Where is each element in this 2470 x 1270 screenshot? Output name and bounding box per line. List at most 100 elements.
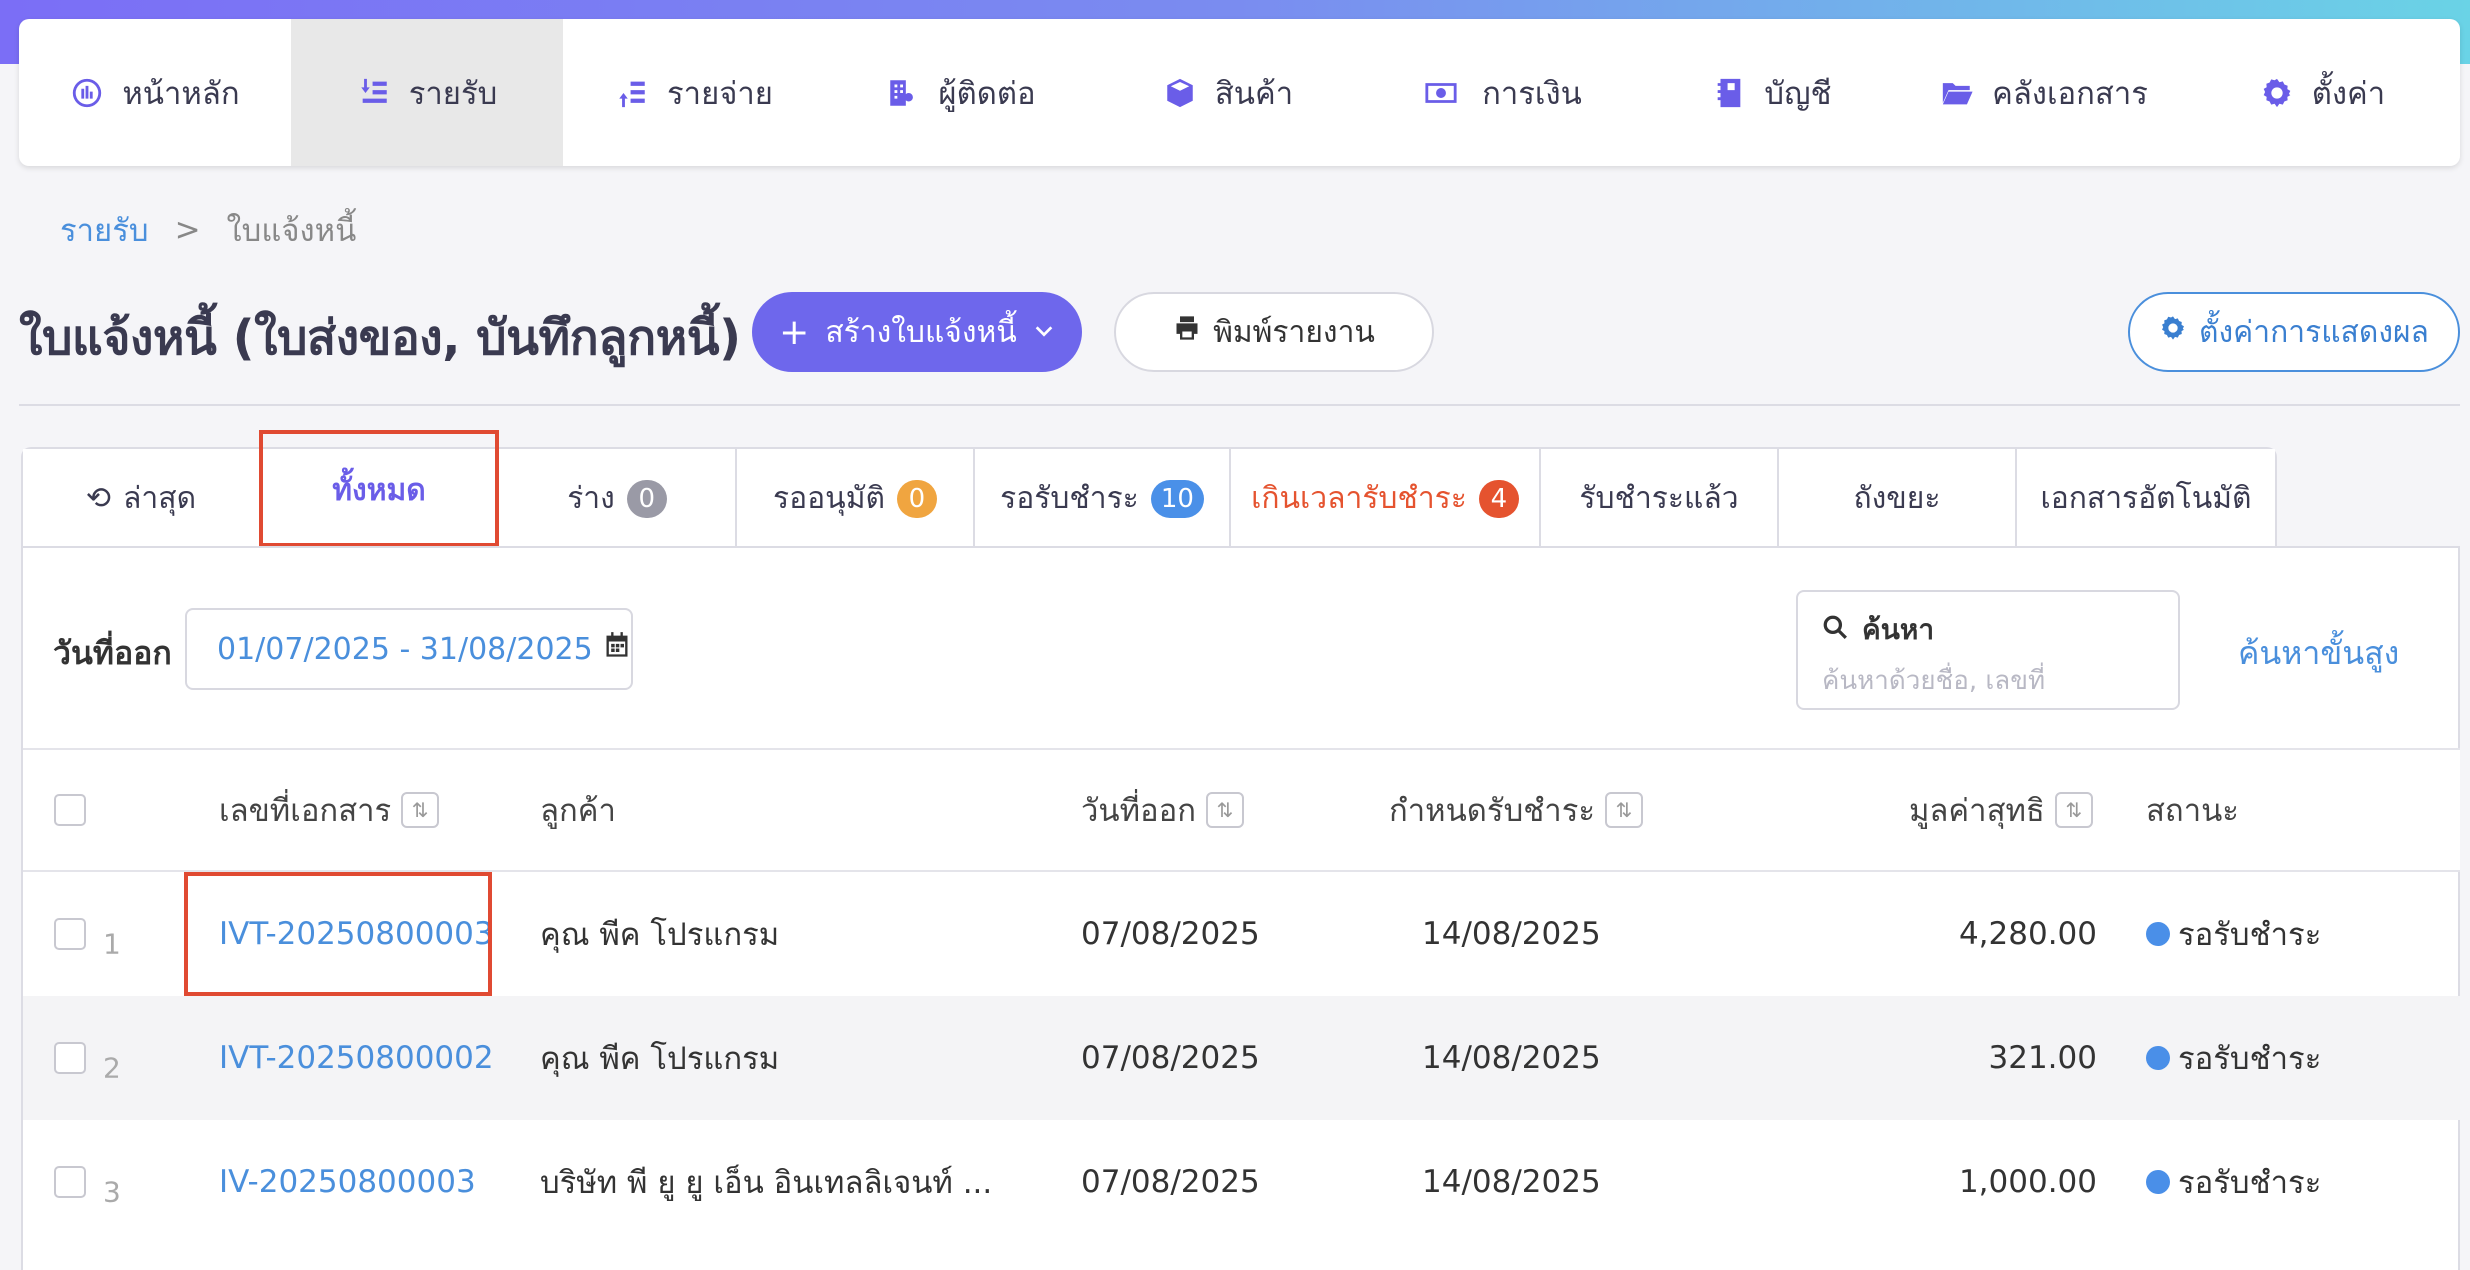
row-number: 2 bbox=[103, 1051, 121, 1085]
display-settings-button[interactable]: ตั้งค่าการแสดงผล bbox=[2128, 292, 2460, 372]
count-badge: 4 bbox=[1478, 479, 1519, 518]
net-value: 321.00 bbox=[1988, 1040, 2097, 1076]
display-settings-label: ตั้งค่าการแสดงผล bbox=[2199, 314, 2429, 350]
tab-label: เอกสารอัตโนมัติ bbox=[2040, 481, 2252, 516]
tab-label: ทั้งหมด bbox=[332, 473, 426, 508]
table-row[interactable]: 2 IVT-20250800002 คุณ พีค โปรแกรม 07/08/… bbox=[23, 996, 2460, 1120]
customer-name: คุณ พีค โปรแกรม bbox=[540, 917, 780, 953]
breadcrumb: รายรับ > ใบแจ้งหนี้ bbox=[60, 205, 356, 255]
nav-item-finance[interactable]: การเงิน bbox=[1359, 19, 1641, 166]
tab-label: ถังขยะ bbox=[1853, 481, 1941, 516]
col-due-date-label: กำหนดรับชำระ bbox=[1389, 793, 1596, 829]
box-icon bbox=[1167, 78, 1193, 107]
status-dot bbox=[2146, 1170, 2170, 1194]
select-all-checkbox[interactable] bbox=[54, 794, 86, 826]
nav-item-accounting[interactable]: บัญชี bbox=[1641, 19, 1903, 166]
row-checkbox[interactable] bbox=[54, 1042, 86, 1074]
nav-item-home[interactable]: หน้าหลัก bbox=[19, 19, 291, 166]
status-badge: รอรับชำระ bbox=[2146, 1157, 2321, 1207]
nav-label: ตั้งค่า bbox=[2311, 75, 2386, 112]
contacts-icon bbox=[890, 79, 914, 106]
nav-label: บัญชี bbox=[1764, 75, 1832, 112]
printer-icon bbox=[1173, 314, 1201, 350]
sort-icon[interactable]: ⇅ bbox=[1206, 792, 1245, 828]
tab-label: รับชำระแล้ว bbox=[1579, 481, 1739, 516]
calendar-icon bbox=[603, 631, 631, 667]
tab-all[interactable]: ทั้งหมด bbox=[261, 449, 499, 548]
create-invoice-button[interactable]: + สร้างใบแจ้งหนี้ bbox=[752, 292, 1082, 372]
date-range-picker[interactable]: 01/07/2025 - 31/08/2025 bbox=[185, 608, 633, 690]
search-label: ค้นหา bbox=[1862, 613, 1935, 646]
row-number: 1 bbox=[103, 927, 121, 961]
status-label: รอรับชำระ bbox=[2178, 917, 2322, 953]
issue-date: 07/08/2025 bbox=[1081, 916, 1260, 952]
tab-awaiting-approval[interactable]: รออนุมัติ 0 bbox=[737, 449, 975, 548]
expense-icon bbox=[619, 81, 645, 107]
sort-icon[interactable]: ⇅ bbox=[401, 792, 440, 828]
breadcrumb-current: ใบแจ้งหนี้ bbox=[226, 213, 357, 249]
customer-name: บริษัท พี ยู ยู เอ็น อินเทลลิเจนท์ ... bbox=[540, 1165, 993, 1201]
nav-item-documents[interactable]: คลังเอกสาร bbox=[1903, 19, 2185, 166]
search-placeholder: ค้นหาด้วยชื่อ, เลขที่ bbox=[1822, 666, 2046, 696]
col-net-label: มูลค่าสุทธิ bbox=[1909, 793, 2045, 829]
tab-awaiting-payment[interactable]: รอรับชำระ 10 bbox=[975, 449, 1231, 548]
sort-icon[interactable]: ⇅ bbox=[2054, 792, 2093, 828]
nav-item-products[interactable]: สินค้า bbox=[1097, 19, 1359, 166]
tab-label: รอรับชำระ bbox=[1000, 481, 1139, 516]
issue-date: 07/08/2025 bbox=[1081, 1040, 1260, 1076]
tab-latest[interactable]: ⟲ ล่าสุด bbox=[23, 449, 261, 548]
advanced-search-link[interactable]: ค้นหาขั้นสูง bbox=[2238, 628, 2399, 679]
date-filter-label: วันที่ออก bbox=[53, 634, 172, 672]
gear-icon bbox=[2159, 314, 2187, 350]
breadcrumb-separator: > bbox=[174, 212, 201, 248]
doc-number-link[interactable]: IV-20250800003 bbox=[219, 1164, 476, 1200]
nav-item-income[interactable]: รายรับ bbox=[291, 19, 563, 166]
net-value: 1,000.00 bbox=[1958, 1164, 2097, 1200]
nav-item-contacts[interactable]: ผู้ติดต่อ bbox=[825, 19, 1097, 166]
nav-item-expense[interactable]: รายจ่าย bbox=[563, 19, 825, 166]
doc-number-link[interactable]: IVT-20250800002 bbox=[219, 1040, 494, 1076]
status-dot bbox=[2146, 1046, 2170, 1070]
income-icon bbox=[360, 78, 387, 103]
table-row[interactable]: 1 IVT-20250800003 คุณ พีค โปรแกรม 07/08/… bbox=[23, 872, 2460, 996]
tab-paid[interactable]: รับชำระแล้ว bbox=[1541, 449, 1779, 548]
breadcrumb-income-link[interactable]: รายรับ bbox=[60, 205, 149, 255]
count-badge: 0 bbox=[626, 479, 667, 518]
col-doc-no: เลขที่เอกสาร ⇅ bbox=[219, 785, 440, 835]
status-label: รอรับชำระ bbox=[2178, 1041, 2322, 1077]
status-badge: รอรับชำระ bbox=[2146, 1033, 2321, 1083]
doc-number-link[interactable]: IVT-20250800003 bbox=[219, 916, 494, 952]
search-input[interactable]: ค้นหา ค้นหาด้วยชื่อ, เลขที่ bbox=[1796, 590, 2180, 710]
tab-overdue[interactable]: เกินเวลารับชำระ 4 bbox=[1231, 449, 1541, 548]
divider bbox=[19, 404, 2460, 406]
print-report-button[interactable]: พิมพ์รายงาน bbox=[1114, 292, 1434, 372]
search-icon bbox=[1822, 614, 1848, 647]
row-checkbox[interactable] bbox=[54, 918, 86, 950]
col-issue-date-label: วันที่ออก bbox=[1081, 793, 1197, 829]
due-date: 14/08/2025 bbox=[1422, 1040, 1601, 1076]
nav-label: คลังเอกสาร bbox=[1992, 75, 2148, 112]
due-date: 14/08/2025 bbox=[1422, 916, 1601, 952]
status-dot bbox=[2146, 922, 2170, 946]
row-checkbox[interactable] bbox=[54, 1166, 86, 1198]
status-tabs: ⟲ ล่าสุด ทั้งหมด ร่าง 0 รออนุมัติ 0 รอรั… bbox=[21, 447, 2277, 548]
col-net: มูลค่าสุทธิ ⇅ bbox=[1909, 785, 2093, 835]
invoice-list-panel: วันที่ออก 01/07/2025 - 31/08/2025 ค้นหา … bbox=[21, 546, 2460, 1270]
tab-label: ร่าง bbox=[567, 481, 615, 516]
table-header: เลขที่เอกสาร ⇅ ลูกค้า วันที่ออก ⇅ กำหนดร… bbox=[23, 748, 2460, 872]
nav-label: สินค้า bbox=[1214, 75, 1294, 112]
customer-name: คุณ พีค โปรแกรม bbox=[540, 1041, 780, 1077]
sort-icon[interactable]: ⇅ bbox=[1605, 792, 1644, 828]
nav-item-settings[interactable]: ตั้งค่า bbox=[2185, 19, 2460, 166]
tab-auto-documents[interactable]: เอกสารอัตโนมัติ bbox=[2017, 449, 2275, 548]
col-due-date: กำหนดรับชำระ ⇅ bbox=[1389, 785, 1644, 835]
tab-label: ล่าสุด bbox=[123, 481, 197, 516]
tab-draft[interactable]: ร่าง 0 bbox=[499, 449, 737, 548]
tab-trash[interactable]: ถังขยะ bbox=[1779, 449, 2017, 548]
table-row[interactable]: 3 IV-20250800003 บริษัท พี ยู ยู เอ็น อิ… bbox=[23, 1120, 2460, 1244]
print-report-label: พิมพ์รายงาน bbox=[1213, 314, 1375, 350]
history-icon: ⟲ bbox=[85, 481, 112, 516]
issue-date: 07/08/2025 bbox=[1081, 1164, 1260, 1200]
nav-label: รายจ่าย bbox=[667, 75, 773, 112]
tab-label: รออนุมัติ bbox=[773, 481, 885, 516]
